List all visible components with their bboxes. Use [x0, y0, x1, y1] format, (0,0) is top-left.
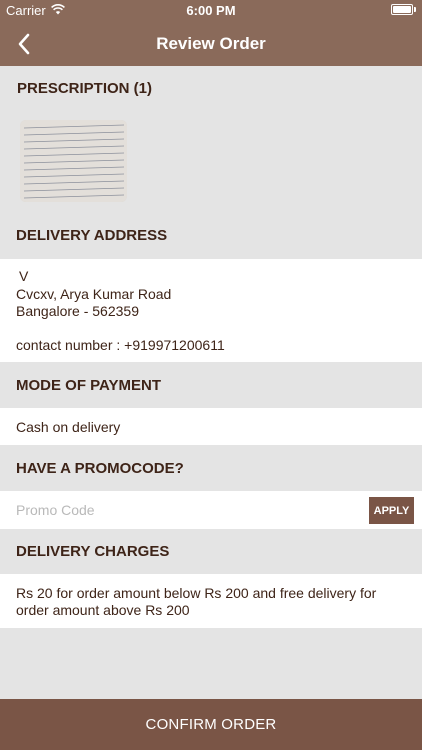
delivery-address-block: V Cvcxv, Arya Kumar Road Bangalore - 562… [0, 259, 422, 362]
payment-method: Cash on delivery [16, 419, 121, 435]
contact-number: contact number : +919971200611 [16, 337, 225, 353]
confirm-order-button[interactable]: CONFIRM ORDER [0, 699, 422, 750]
battery-group [391, 4, 416, 15]
address-name: V [19, 268, 29, 284]
delivery-charges-heading: DELIVERY CHARGES [16, 543, 170, 560]
prescription-image [20, 120, 127, 202]
page-title: Review Order [156, 34, 266, 53]
delivery-charges-line-1: Rs 20 for order amount below Rs 200 and … [16, 585, 377, 601]
promo-code-input[interactable] [0, 491, 360, 529]
battery-icon [391, 4, 413, 15]
status-bar: Carrier 6:00 PM [0, 0, 422, 22]
address-line-1: Cvcxv, Arya Kumar Road [16, 286, 172, 302]
apply-button[interactable]: APPLY [369, 497, 414, 524]
prescription-thumbnail[interactable] [20, 120, 127, 202]
promo-block: APPLY [0, 491, 422, 529]
nav-bar: Review Order [0, 22, 422, 66]
payment-heading: MODE OF PAYMENT [16, 377, 162, 394]
battery-tip [414, 7, 416, 12]
prescription-heading: PRESCRIPTION (1) [17, 80, 153, 97]
delivery-charges-block: Rs 20 for order amount below Rs 200 and … [0, 574, 422, 628]
delivery-address-heading: DELIVERY ADDRESS [16, 227, 168, 244]
address-line-2: Bangalore - 562359 [16, 303, 139, 319]
delivery-charges-line-2: order amount above Rs 200 [16, 602, 190, 618]
promo-heading: HAVE A PROMOCODE? [16, 460, 184, 477]
payment-block: Cash on delivery [0, 408, 422, 445]
status-time: 6:00 PM [186, 3, 236, 18]
